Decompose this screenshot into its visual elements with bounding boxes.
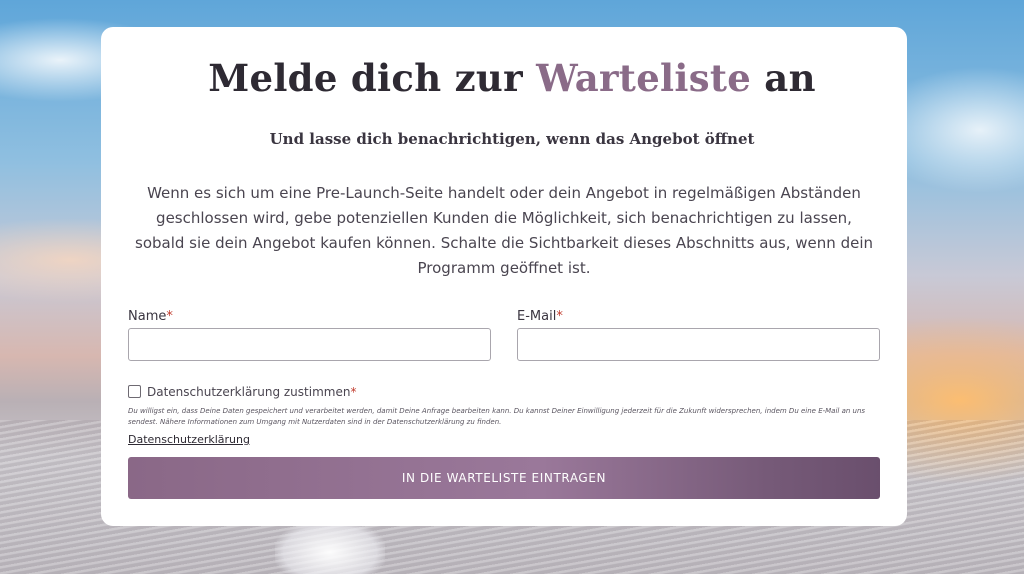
name-label-text: Name [128,309,167,324]
background-figure [275,520,385,574]
join-waitlist-button[interactable]: IN DIE WARTELISTE EINTRAGEN [128,457,880,499]
privacy-checkbox-label-text: Datenschutzerklärung zustimmen [147,385,351,399]
title-accent: Warteliste [536,56,752,100]
page-title: Melde dich zur Warteliste an [0,54,1024,102]
privacy-required-marker: * [350,385,357,399]
privacy-policy-link[interactable]: Datenschutzerklärung [128,433,250,446]
email-required-marker: * [556,309,563,324]
name-field[interactable] [128,328,491,361]
name-label: Name* [128,309,173,324]
privacy-checkbox-label[interactable]: Datenschutzerklärung zustimmen* [147,385,356,400]
email-label-text: E-Mail [517,309,557,324]
title-part2: an [751,56,816,100]
email-label: E-Mail* [517,309,563,324]
title-part1: Melde dich zur [208,56,537,100]
description: Wenn es sich um eine Pre-Launch-Seite ha… [135,184,873,277]
subtitle: Und lasse dich benachrichtigen, wenn das… [269,130,755,148]
consent-text: Du willigst ein, dass Deine Daten gespei… [128,407,866,426]
email-field[interactable] [517,328,880,361]
privacy-checkbox[interactable] [128,385,141,398]
name-required-marker: * [166,309,173,324]
